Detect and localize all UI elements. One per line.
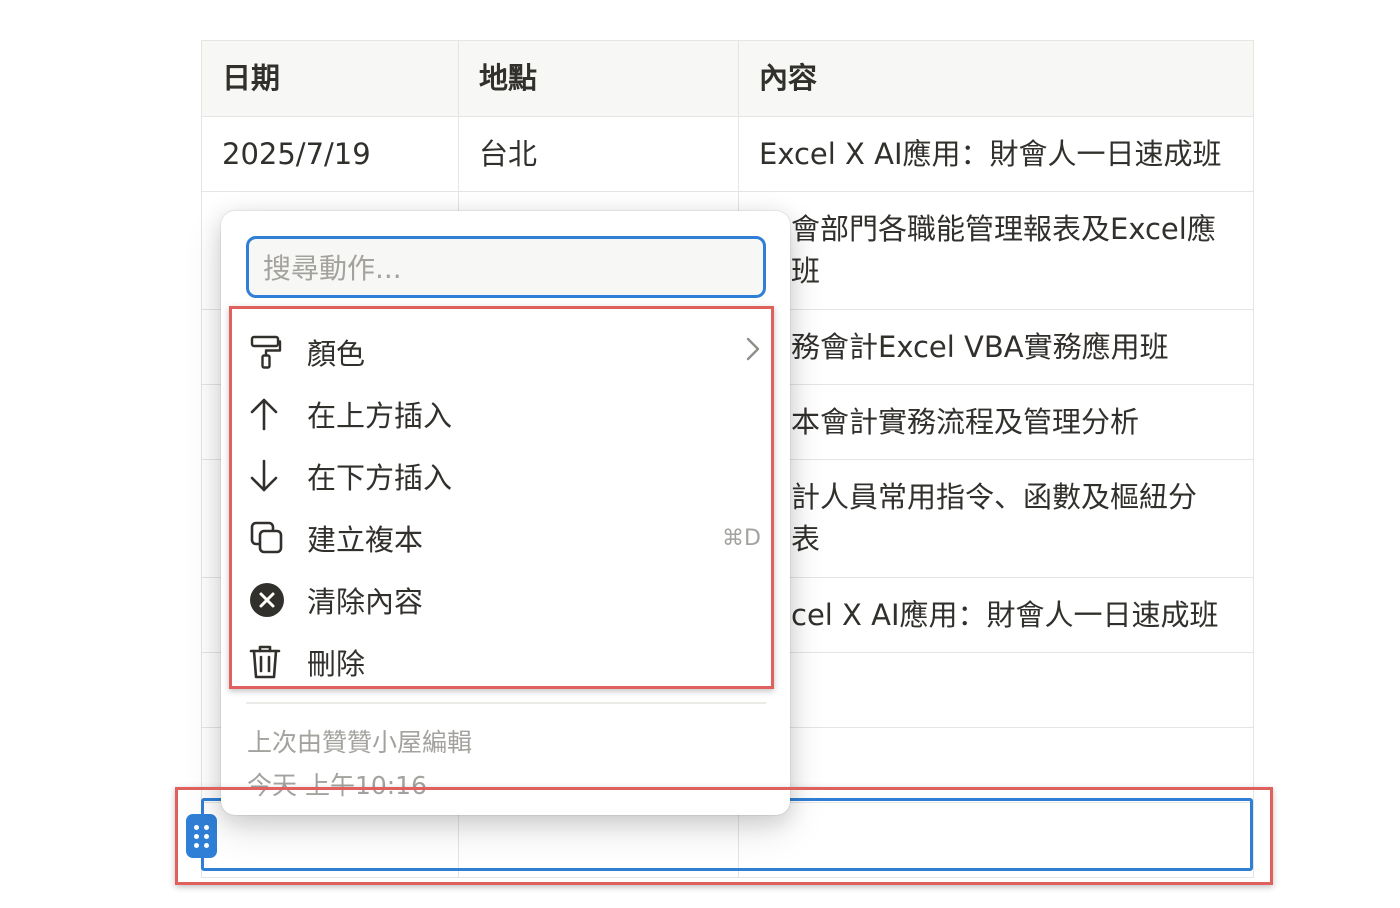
table-cell-content[interactable]: 會部門各職能管理報表及Excel應 班 bbox=[738, 191, 1254, 310]
column-header-content[interactable]: 內容 bbox=[738, 40, 1254, 117]
menu-divider bbox=[246, 702, 766, 704]
table-cell-date[interactable]: 2025/7/19 bbox=[201, 116, 459, 192]
annotation-frame-row bbox=[175, 787, 1273, 885]
column-header-location[interactable]: 地點 bbox=[458, 40, 739, 117]
table-cell-content[interactable]: 本會計實務流程及管理分析 bbox=[738, 384, 1254, 460]
last-edited-by: 上次由贊贊小屋編輯 bbox=[247, 728, 473, 757]
annotation-frame-menu bbox=[229, 306, 774, 689]
search-placeholder: 搜尋動作... bbox=[263, 252, 402, 285]
table-cell-content[interactable] bbox=[738, 652, 1254, 728]
table-cell-content[interactable]: 計人員常用指令、函數及樞紐分 表 bbox=[738, 459, 1254, 578]
column-header-date[interactable]: 日期 bbox=[201, 40, 459, 117]
action-search-input[interactable]: 搜尋動作... bbox=[246, 236, 766, 298]
table-row: 2025/7/19 台北 Excel X AI應用：財會人一日速成班 bbox=[201, 116, 1254, 192]
table-cell-content[interactable]: Excel X AI應用：財會人一日速成班 bbox=[738, 116, 1254, 192]
table-cell-content[interactable]: cel X AI應用：財會人一日速成班 bbox=[738, 577, 1254, 653]
table-cell-location[interactable]: 台北 bbox=[458, 116, 739, 192]
table-cell-content[interactable]: 務會計Excel VBA實務應用班 bbox=[738, 309, 1254, 385]
header-row: 日期 地點 內容 bbox=[201, 40, 1254, 117]
